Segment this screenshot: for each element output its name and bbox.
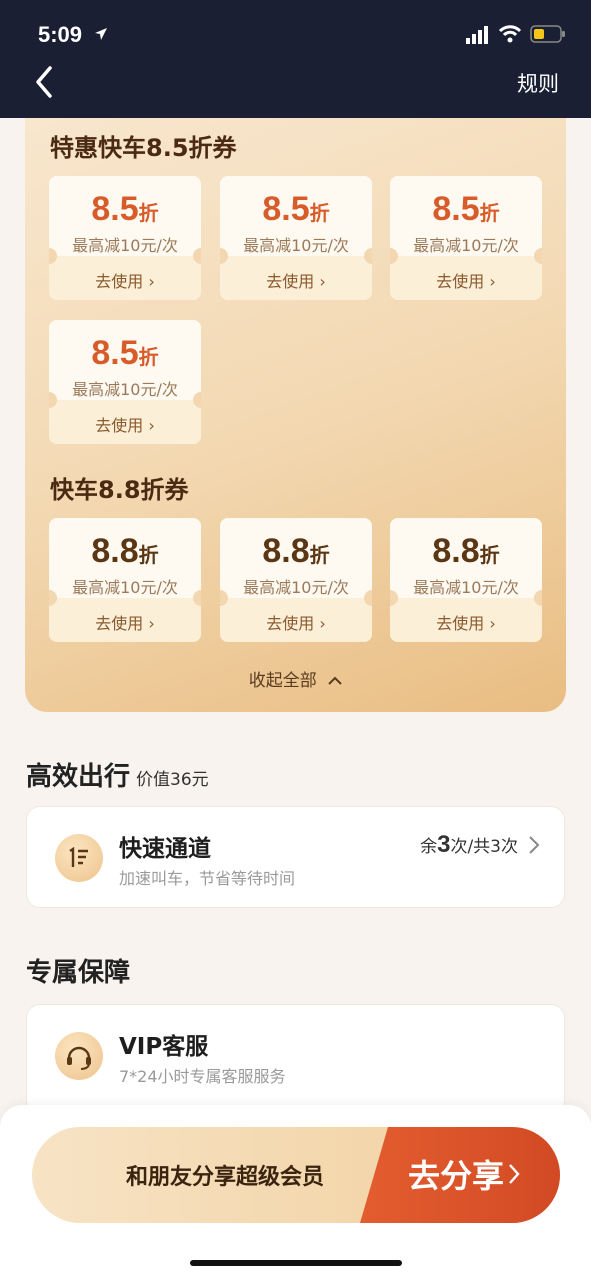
coupon-card: 8.8折 最高减10元/次 去使用 › bbox=[49, 518, 201, 642]
fast-lane-card[interactable]: 快速通道 加速叫车，节省等待时间 余3次/共3次 bbox=[26, 806, 565, 908]
coupon-card: 8.5折 最高减10元/次 去使用 › bbox=[49, 176, 201, 300]
coupon-use-button[interactable]: 去使用 › bbox=[390, 268, 542, 292]
share-right-label: 去分享 bbox=[407, 1157, 504, 1195]
rules-link[interactable]: 规则 bbox=[517, 68, 559, 98]
coupon-value: 8.8折 bbox=[262, 532, 330, 570]
coupon-desc: 最高减10元/次 bbox=[72, 578, 178, 597]
coupon-desc: 最高减10元/次 bbox=[72, 236, 178, 255]
vip-service-title: VIP客服 bbox=[119, 1034, 209, 1060]
section-title-88: 快车8.8折券 bbox=[50, 476, 189, 504]
coupon-desc: 最高减10元/次 bbox=[413, 578, 519, 597]
home-indicator bbox=[190, 1260, 402, 1266]
coupon-value: 8.5折 bbox=[262, 190, 330, 228]
coupon-card: 8.8折 最高减10元/次 去使用 › bbox=[220, 518, 372, 642]
share-button[interactable]: 和朋友分享超级会员 去分享 bbox=[32, 1127, 560, 1223]
coupon-value: 8.8折 bbox=[432, 532, 500, 570]
coupon-card: 8.5折 最高减10元/次 去使用 › bbox=[220, 176, 372, 300]
chevron-up-icon bbox=[328, 676, 342, 685]
coupon-use-button[interactable]: 去使用 › bbox=[220, 610, 372, 634]
collapse-all-button[interactable]: 收起全部 bbox=[25, 666, 566, 691]
battery-icon bbox=[530, 25, 565, 43]
wifi-icon bbox=[498, 25, 522, 43]
chevron-right-icon bbox=[509, 1164, 520, 1184]
coupon-use-button[interactable]: 去使用 › bbox=[49, 412, 201, 436]
coupon-use-button[interactable]: 去使用 › bbox=[49, 268, 201, 292]
coupon-use-button[interactable]: 去使用 › bbox=[49, 610, 201, 634]
bottom-share-bar: 和朋友分享超级会员 去分享 bbox=[0, 1105, 591, 1279]
cellular-signal-icon bbox=[466, 26, 488, 44]
coupon-panel: 特惠快车8.5折券 8.5折 最高减10元/次 去使用 › 8.5折 最高减10… bbox=[25, 100, 566, 712]
vip-service-subtitle: 7*24小时专属客服服务 bbox=[119, 1067, 286, 1086]
headset-icon bbox=[67, 1046, 91, 1070]
location-arrow-icon bbox=[95, 28, 107, 40]
fast-lane-remaining: 余3次/共3次 bbox=[420, 831, 518, 858]
coupon-value: 8.5折 bbox=[91, 334, 159, 372]
coupon-use-button[interactable]: 去使用 › bbox=[220, 268, 372, 292]
coupon-use-button[interactable]: 去使用 › bbox=[390, 610, 542, 634]
fast-lane-icon bbox=[69, 846, 88, 867]
back-arrow-icon[interactable] bbox=[28, 62, 62, 102]
coupon-desc: 最高减10元/次 bbox=[413, 236, 519, 255]
coupon-card: 8.5折 最高减10元/次 去使用 › bbox=[390, 176, 542, 300]
vip-service-badge bbox=[55, 1032, 103, 1080]
share-left-label: 和朋友分享超级会员 bbox=[125, 1165, 324, 1190]
coupon-value: 8.8折 bbox=[91, 532, 159, 570]
coupon-card: 8.5折 最高减10元/次 去使用 › bbox=[49, 320, 201, 444]
section-title-85: 特惠快车8.5折券 bbox=[50, 134, 237, 162]
chevron-right-icon bbox=[529, 836, 540, 854]
efficient-section-title: 高效出行 价值36元 bbox=[26, 762, 209, 792]
top-bar: 5:09 规则 bbox=[0, 0, 591, 118]
fast-lane-badge bbox=[55, 834, 103, 882]
coupon-desc: 最高减10元/次 bbox=[72, 380, 178, 399]
guarantee-section-title: 专属保障 bbox=[26, 958, 131, 988]
status-time: 5:09 bbox=[38, 22, 83, 47]
fast-lane-title: 快速通道 bbox=[119, 836, 211, 862]
coupon-desc: 最高减10元/次 bbox=[243, 236, 349, 255]
fast-lane-subtitle: 加速叫车，节省等待时间 bbox=[119, 869, 296, 888]
coupon-value: 8.5折 bbox=[432, 190, 500, 228]
coupon-value: 8.5折 bbox=[91, 190, 159, 228]
vip-service-card[interactable]: VIP客服 7*24小时专属客服服务 bbox=[26, 1004, 565, 1114]
efficient-value-label: 价值36元 bbox=[136, 770, 209, 790]
coupon-card: 8.8折 最高减10元/次 去使用 › bbox=[390, 518, 542, 642]
coupon-desc: 最高减10元/次 bbox=[243, 578, 349, 597]
